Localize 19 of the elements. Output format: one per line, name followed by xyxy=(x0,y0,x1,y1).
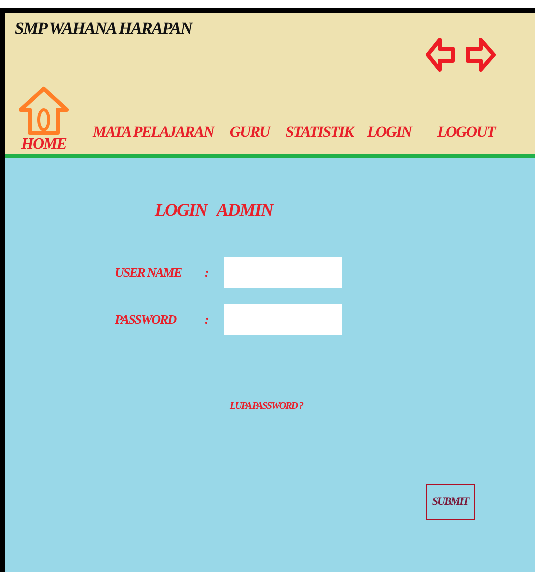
forgot-password-link[interactable]: LUPA PASSWORD ? xyxy=(230,401,535,412)
field-separator: : xyxy=(205,312,210,328)
nav-link[interactable]: MATA PELAJARAN xyxy=(93,124,214,142)
forward-arrow-icon[interactable] xyxy=(465,37,497,73)
back-arrow-icon[interactable] xyxy=(425,37,455,73)
nav-link[interactable]: LOGIN xyxy=(367,124,412,142)
login-heading: LOGIN ADMIN xyxy=(155,200,275,221)
input-field[interactable] xyxy=(224,257,342,288)
nav-link[interactable]: STATISTIK xyxy=(286,124,354,142)
nav-link[interactable]: LOGOUT xyxy=(438,124,496,142)
home-link[interactable]: HOME xyxy=(15,86,73,154)
input-field[interactable] xyxy=(224,304,342,335)
field-separator: : xyxy=(205,264,210,280)
site-title: SMP WAHANA HARAPAN xyxy=(15,19,192,39)
submit-button[interactable]: SUBMIT xyxy=(426,484,475,520)
nav-link[interactable]: GURU xyxy=(230,124,270,142)
field-label: USER NAME xyxy=(115,264,183,280)
field-label: PASSWORD xyxy=(115,312,178,328)
home-icon xyxy=(18,86,70,136)
